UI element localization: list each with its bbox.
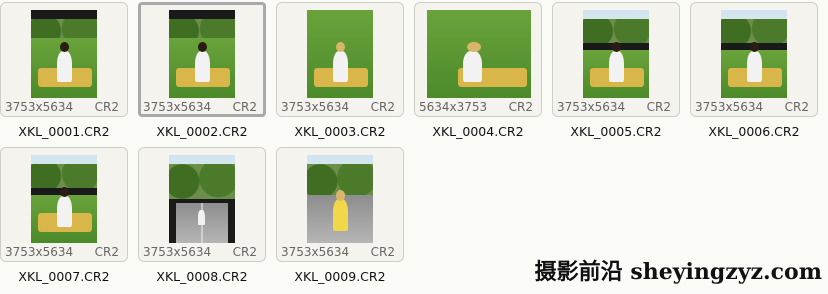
file-type-badge: CR2 (232, 100, 257, 114)
file-name[interactable]: XKL_0004.CR2 (414, 124, 542, 139)
photo-thumbnail[interactable] (31, 155, 97, 243)
image-dimensions: 3753x5634 (695, 100, 764, 114)
file-name[interactable]: XKL_0005.CR2 (552, 124, 680, 139)
image-dimensions: 3753x5634 (5, 100, 74, 114)
file-tile[interactable]: 3753x5634 CR2 XKL_0002.CR2 (138, 2, 276, 144)
file-card[interactable]: 3753x5634 CR2 (690, 2, 818, 117)
file-card[interactable]: 3753x5634 CR2 (0, 2, 128, 117)
file-tile[interactable]: 3753x5634 CR2 XKL_0003.CR2 (276, 2, 414, 144)
file-grid: 3753x5634 CR2 XKL_0001.CR2 3753x5634 CR2… (0, 0, 828, 294)
file-tile[interactable]: 3753x5634 CR2 XKL_0001.CR2 (0, 2, 138, 144)
file-tile[interactable]: 3753x5634 CR2 XKL_0008.CR2 (138, 147, 276, 289)
file-card[interactable]: 3753x5634 CR2 (276, 2, 404, 117)
image-dimensions: 3753x5634 (557, 100, 626, 114)
image-dimensions: 3753x5634 (281, 245, 350, 259)
file-type-badge: CR2 (232, 245, 257, 259)
file-card[interactable]: 3753x5634 CR2 (0, 147, 128, 262)
file-type-badge: CR2 (370, 245, 395, 259)
file-type-badge: CR2 (508, 100, 533, 114)
file-name[interactable]: XKL_0008.CR2 (138, 269, 266, 284)
file-card[interactable]: 3753x5634 CR2 (276, 147, 404, 262)
file-type-badge: CR2 (784, 100, 809, 114)
photo-thumbnail[interactable] (307, 10, 373, 98)
photo-thumbnail[interactable] (307, 155, 373, 243)
file-card[interactable]: 3753x5634 CR2 (138, 147, 266, 262)
photo-thumbnail[interactable] (427, 10, 531, 98)
file-tile[interactable]: 3753x5634 CR2 XKL_0009.CR2 (276, 147, 414, 289)
photo-thumbnail[interactable] (169, 155, 235, 243)
file-type-badge: CR2 (94, 100, 119, 114)
image-dimensions: 3753x5634 (281, 100, 350, 114)
file-name[interactable]: XKL_0003.CR2 (276, 124, 404, 139)
file-tile[interactable]: 3753x5634 CR2 XKL_0005.CR2 (552, 2, 690, 144)
file-name[interactable]: XKL_0006.CR2 (690, 124, 818, 139)
photo-thumbnail[interactable] (31, 10, 97, 98)
photo-thumbnail[interactable] (721, 10, 787, 98)
file-card[interactable]: 3753x5634 CR2 (138, 2, 266, 117)
file-tile[interactable]: 3753x5634 CR2 XKL_0006.CR2 (690, 2, 828, 144)
photo-thumbnail[interactable] (169, 10, 235, 98)
file-name[interactable]: XKL_0007.CR2 (0, 269, 128, 284)
file-type-badge: CR2 (646, 100, 671, 114)
file-card[interactable]: 3753x5634 CR2 (552, 2, 680, 117)
file-card[interactable]: 5634x3753 CR2 (414, 2, 542, 117)
image-dimensions: 3753x5634 (5, 245, 74, 259)
image-dimensions: 5634x3753 (419, 100, 488, 114)
photo-thumbnail[interactable] (583, 10, 649, 98)
file-tile[interactable]: 5634x3753 CR2 XKL_0004.CR2 (414, 2, 552, 144)
file-type-badge: CR2 (370, 100, 395, 114)
file-name[interactable]: XKL_0002.CR2 (138, 124, 266, 139)
file-name[interactable]: XKL_0001.CR2 (0, 124, 128, 139)
file-name[interactable]: XKL_0009.CR2 (276, 269, 404, 284)
image-dimensions: 3753x5634 (143, 100, 212, 114)
file-tile[interactable]: 3753x5634 CR2 XKL_0007.CR2 (0, 147, 138, 289)
site-watermark: 摄影前沿 sheyingzyz.com (534, 259, 822, 285)
file-type-badge: CR2 (94, 245, 119, 259)
image-dimensions: 3753x5634 (143, 245, 212, 259)
